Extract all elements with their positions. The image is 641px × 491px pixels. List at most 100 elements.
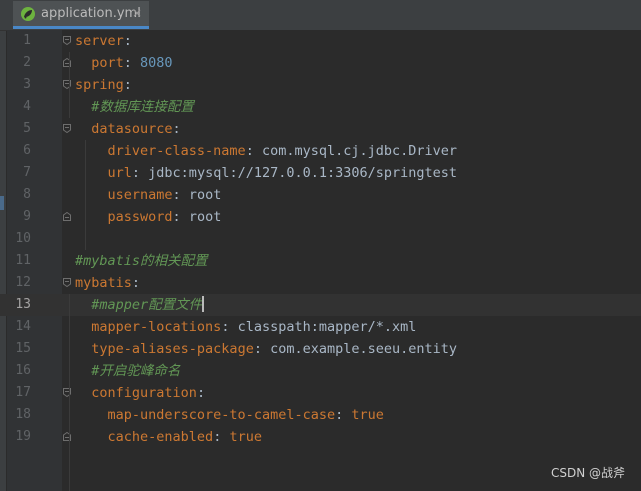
code-line[interactable]: 19 cache-enabled: true	[0, 426, 641, 448]
yaml-separator: :	[131, 165, 149, 181]
line-number: 6	[23, 143, 31, 158]
indent-guide	[69, 294, 70, 491]
yaml-key: server	[75, 33, 124, 49]
yaml-key: map-underscore-to-camel-case	[107, 407, 336, 423]
code-line[interactable]: 6 driver-class-name: com.mysql.cj.jdbc.D…	[0, 140, 641, 162]
yaml-separator: :	[123, 33, 132, 49]
yaml-separator: :	[253, 341, 271, 357]
code-text: map-underscore-to-camel-case: true	[75, 404, 384, 426]
yaml-key: url	[107, 165, 132, 181]
code-line[interactable]: 18 map-underscore-to-camel-case: true	[0, 404, 641, 426]
yaml-comment: #mybatis的相关配置	[75, 253, 208, 269]
yaml-value: com.example.seeu.entity	[270, 341, 458, 357]
line-number: 3	[23, 77, 31, 92]
yaml-key: cache-enabled	[107, 429, 214, 445]
line-number: 15	[15, 341, 31, 356]
text-caret	[202, 296, 205, 312]
code-text: cache-enabled: true	[75, 426, 262, 448]
yaml-comment: #mapper配置文件	[91, 297, 203, 313]
yaml-separator: :	[335, 407, 352, 423]
yaml-key: spring	[75, 77, 124, 93]
yaml-value: root	[188, 209, 222, 225]
code-text: password: root	[75, 206, 222, 228]
code-text: mybatis:	[75, 272, 140, 294]
line-number: 8	[23, 187, 31, 202]
indent-guide	[85, 140, 86, 250]
code-line[interactable]: 4 #数据库连接配置	[0, 96, 641, 118]
code-line[interactable]: 13 #mapper配置文件	[0, 294, 641, 316]
yaml-key: type-aliases-package	[91, 341, 254, 357]
watermark: CSDN @战斧	[550, 466, 625, 480]
code-text: username: root	[75, 184, 222, 206]
yaml-separator: :	[196, 385, 206, 401]
code-line[interactable]: 8 username: root	[0, 184, 641, 206]
fold-end-icon[interactable]	[63, 212, 71, 221]
line-number: 2	[23, 55, 31, 70]
line-number: 17	[15, 385, 31, 400]
code-text: #mybatis的相关配置	[75, 250, 208, 272]
line-number: 4	[23, 99, 31, 114]
yaml-separator: :	[245, 143, 262, 159]
yaml-value: classpath:mapper/*.xml	[237, 319, 417, 335]
code-text: server:	[75, 30, 132, 52]
code-line[interactable]: 17 configuration:	[0, 382, 641, 404]
code-line[interactable]: 1 server:	[0, 30, 641, 52]
line-number: 10	[15, 231, 31, 246]
spring-leaf-icon	[21, 6, 35, 21]
yaml-separator: :	[221, 319, 238, 335]
editor-tab-bar: application.yml ×	[0, 0, 641, 31]
line-number: 16	[15, 363, 31, 378]
yaml-key: driver-class-name	[107, 143, 246, 159]
line-number: 12	[15, 275, 31, 290]
code-text: datasource:	[75, 118, 181, 140]
yaml-comment: #数据库连接配置	[91, 99, 194, 115]
code-text: port: 8080	[75, 52, 173, 74]
yaml-separator: :	[172, 121, 181, 137]
yaml-separator: :	[123, 77, 132, 93]
line-number: 14	[15, 319, 31, 334]
close-icon[interactable]: ×	[132, 6, 142, 20]
tab-application-yml[interactable]: application.yml ×	[13, 1, 149, 29]
code-text: #数据库连接配置	[75, 96, 194, 118]
fold-open-icon[interactable]	[63, 124, 71, 133]
yaml-key: username	[107, 187, 173, 203]
yaml-value: true	[351, 407, 384, 423]
code-text: configuration:	[75, 382, 205, 404]
line-number: 9	[23, 209, 31, 224]
code-line[interactable]: 9 password: root	[0, 206, 641, 228]
line-number: 19	[15, 429, 31, 444]
yaml-key: mybatis	[75, 275, 132, 291]
code-line[interactable]: 14 mapper-locations: classpath:mapper/*.…	[0, 316, 641, 338]
line-number: 13	[15, 297, 31, 312]
yaml-value: 8080	[140, 55, 173, 71]
code-line[interactable]: 10	[0, 228, 641, 250]
yaml-separator: :	[213, 429, 230, 445]
code-line[interactable]: 7 url: jdbc:mysql://127.0.0.1:3306/sprin…	[0, 162, 641, 184]
line-number: 7	[23, 165, 31, 180]
code-line[interactable]: 12 mybatis:	[0, 272, 641, 294]
line-number: 11	[15, 253, 31, 268]
code-text: mapper-locations: classpath:mapper/*.xml	[75, 316, 416, 338]
fold-open-icon[interactable]	[63, 278, 71, 287]
yaml-value: jdbc:mysql://127.0.0.1:3306/springtest	[148, 165, 458, 181]
yaml-value: true	[229, 429, 262, 445]
code-line[interactable]: 2 port: 8080	[0, 52, 641, 74]
code-line[interactable]: 15 type-aliases-package: com.example.see…	[0, 338, 641, 360]
line-number: 1	[23, 33, 31, 48]
indent-guide	[69, 52, 70, 118]
code-text: url: jdbc:mysql://127.0.0.1:3306/springt…	[75, 162, 458, 184]
code-line[interactable]: 16 #开启驼峰命名	[0, 360, 641, 382]
line-number: 18	[15, 407, 31, 422]
fold-open-icon[interactable]	[63, 36, 71, 45]
yaml-value: com.mysql.cj.jdbc.Driver	[261, 143, 458, 159]
code-line[interactable]: 5 datasource:	[0, 118, 641, 140]
code-line[interactable]: 11 #mybatis的相关配置	[0, 250, 641, 272]
yaml-separator: :	[172, 209, 189, 225]
code-text: type-aliases-package: com.example.seeu.e…	[75, 338, 457, 360]
code-text: #mapper配置文件	[75, 294, 205, 316]
code-line[interactable]: 3 spring:	[0, 74, 641, 96]
code-text: spring:	[75, 74, 132, 96]
yaml-key: port	[91, 55, 124, 71]
yaml-key: datasource	[91, 121, 173, 137]
yaml-comment: #开启驼峰命名	[91, 363, 181, 379]
